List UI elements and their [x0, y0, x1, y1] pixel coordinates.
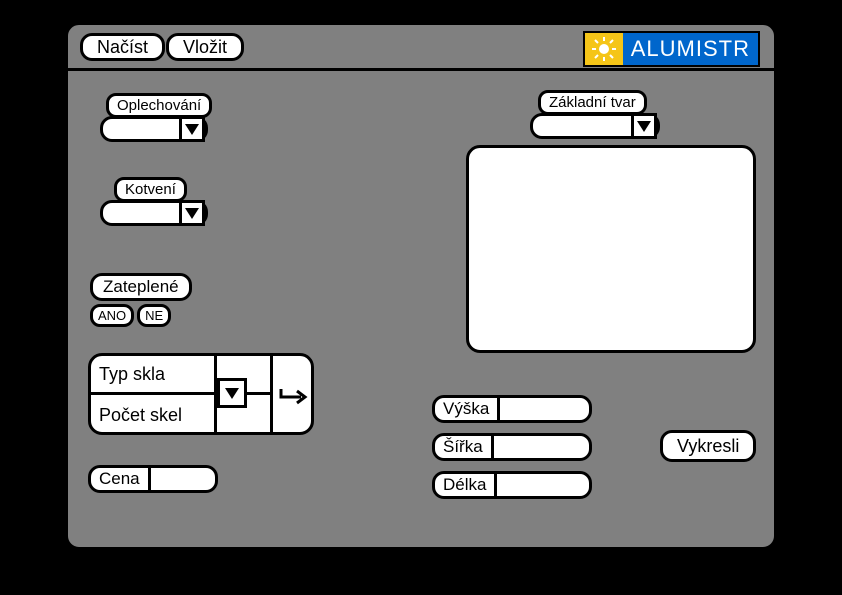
vykresli-button[interactable]: Vykresli — [660, 430, 756, 462]
cena-field: Cena — [88, 465, 218, 493]
kotveni-dropdown[interactable] — [100, 200, 208, 226]
zakladni-tvar-label: Základní tvar — [538, 90, 647, 115]
brand-logo: ALUMISTR — [583, 31, 760, 67]
chevron-down-icon — [631, 113, 657, 139]
pocet-skel-label: Počet skel — [91, 395, 217, 435]
oplechovani-dropdown[interactable] — [100, 116, 208, 142]
vyska-field: Výška — [432, 395, 592, 423]
kotveni-label: Kotvení — [114, 177, 187, 202]
arrow-right-icon — [279, 387, 311, 407]
app-window: Načíst Vložit AL — [65, 22, 777, 550]
glass-submit-button[interactable] — [273, 356, 317, 438]
zateplene-group: Zateplené ANO NE — [90, 273, 192, 327]
delka-input[interactable] — [497, 474, 589, 496]
load-button[interactable]: Načíst — [80, 33, 165, 61]
top-bar: Načíst Vložit AL — [68, 25, 774, 71]
glass-dropdown-toggle[interactable] — [217, 378, 247, 408]
chevron-down-icon — [179, 200, 205, 226]
delka-label: Délka — [435, 474, 497, 496]
cena-value[interactable] — [151, 468, 215, 490]
sun-icon — [585, 33, 623, 65]
zakladni-tvar-dropdown[interactable] — [530, 113, 660, 139]
glass-table: Typ skla Počet skel — [88, 353, 314, 435]
zateplene-label: Zateplené — [90, 273, 192, 301]
oplechovani-group: Oplechování — [100, 93, 212, 142]
insert-button[interactable]: Vložit — [166, 33, 244, 61]
vyska-input[interactable] — [500, 398, 589, 420]
delka-field: Délka — [432, 471, 592, 499]
sirka-label: Šířka — [435, 436, 494, 458]
zateplene-no-button[interactable]: NE — [137, 304, 171, 327]
zakladni-tvar-group: Základní tvar — [530, 90, 660, 139]
sirka-input[interactable] — [494, 436, 589, 458]
preview-canvas — [466, 145, 756, 353]
typ-skla-label: Typ skla — [91, 356, 217, 395]
cena-label: Cena — [91, 468, 151, 490]
brand-text: ALUMISTR — [623, 33, 758, 65]
zateplene-yes-button[interactable]: ANO — [90, 304, 134, 327]
chevron-down-icon — [179, 116, 205, 142]
chevron-down-icon — [225, 388, 239, 399]
sirka-field: Šířka — [432, 433, 592, 461]
kotveni-group: Kotvení — [100, 177, 208, 226]
vyska-label: Výška — [435, 398, 500, 420]
oplechovani-label: Oplechování — [106, 93, 212, 118]
